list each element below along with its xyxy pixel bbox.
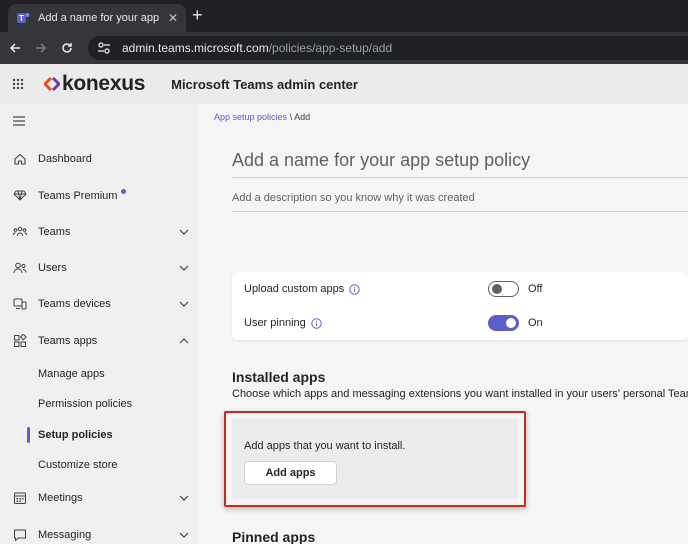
chevron-down-icon[interactable]	[178, 298, 190, 310]
chevron-down-icon[interactable]	[178, 226, 190, 238]
installed-apps-prompt: Add apps that you want to install.	[244, 440, 406, 452]
app-launcher-icon[interactable]	[0, 64, 36, 104]
calendar-icon	[12, 490, 28, 506]
sidebar: Dashboard Teams Premium Teams Users Team…	[0, 104, 198, 544]
apps-icon	[12, 333, 28, 349]
installed-apps-heading: Installed apps	[232, 369, 326, 385]
konexus-logo-icon	[44, 76, 60, 92]
sidebar-subitem-permission-policies[interactable]: Permission policies	[0, 391, 198, 417]
main-content: App setup policies \ Add Upload custom a…	[198, 104, 688, 544]
installed-apps-description: Choose which apps and messaging extensio…	[232, 388, 688, 400]
breadcrumb: App setup policies \ Add	[214, 112, 310, 122]
home-icon	[12, 151, 28, 167]
tab-title: Add a name for your app setup policy	[38, 12, 162, 24]
user-pinning-toggle[interactable]	[488, 315, 519, 331]
sidebar-item-teams-apps[interactable]: Teams apps	[0, 327, 198, 355]
upload-custom-apps-label: Upload custom apps	[244, 283, 345, 295]
hamburger-menu-icon[interactable]	[12, 114, 28, 130]
toggle-state-label: Off	[528, 283, 543, 295]
chevron-down-icon[interactable]	[178, 492, 190, 504]
teams-favicon-icon: T	[16, 11, 30, 25]
setting-label: Upload custom apps	[244, 283, 360, 295]
user-pinning-label: User pinning	[244, 317, 306, 329]
teams-premium-label: Teams Premium	[38, 189, 118, 202]
toggle-knob	[492, 284, 502, 294]
chevron-down-icon[interactable]	[178, 262, 190, 274]
policy-description-input[interactable]	[232, 184, 688, 212]
url-text: admin.teams.microsoft.com/policies/app-s…	[122, 41, 392, 55]
back-arrow-icon[interactable]	[4, 37, 26, 59]
app-header: konexus Microsoft Teams admin center	[0, 64, 688, 104]
add-apps-button[interactable]: Add apps	[244, 461, 337, 485]
chat-icon	[12, 527, 28, 543]
sidebar-item-label: Teams apps	[38, 335, 98, 347]
tab-close-icon[interactable]: ✕	[168, 11, 178, 25]
chevron-up-icon[interactable]	[178, 335, 190, 347]
sidebar-item-messaging[interactable]: Messaging	[0, 521, 198, 544]
address-bar[interactable]: admin.teams.microsoft.com/policies/app-s…	[88, 36, 688, 60]
sidebar-item-users[interactable]: Users	[0, 254, 198, 282]
sidebar-subitem-label: Customize store	[38, 459, 118, 471]
pinned-apps-heading: Pinned apps	[232, 529, 316, 544]
sidebar-subitem-label: Permission policies	[38, 398, 133, 410]
upload-custom-apps-toggle[interactable]	[488, 281, 519, 297]
browser-tab-bar: T Add a name for your app setup policy ✕…	[0, 0, 688, 32]
sidebar-subitem-label: Setup policies	[38, 429, 113, 441]
svg-text:T: T	[19, 14, 24, 23]
konexus-logo: konexus	[44, 72, 145, 96]
sidebar-item-label: Teams devices	[38, 298, 111, 310]
policy-name-input[interactable]	[232, 144, 688, 178]
setting-user-pinning: User pinning On	[232, 306, 688, 340]
sidebar-item-label: Teams Premium	[38, 188, 127, 202]
browser-tab[interactable]: T Add a name for your app setup policy ✕	[8, 4, 186, 32]
sidebar-item-label: Teams	[38, 226, 71, 238]
site-settings-icon[interactable]	[96, 40, 112, 56]
breadcrumb-link-app-setup-policies[interactable]: App setup policies	[214, 112, 287, 122]
reload-icon[interactable]	[56, 37, 78, 59]
sidebar-subitem-setup-policies[interactable]: Setup policies	[0, 422, 198, 448]
breadcrumb-separator: \	[289, 112, 293, 122]
logo-text: konexus	[62, 72, 146, 95]
info-icon[interactable]	[311, 317, 322, 329]
new-tab-button[interactable]: +	[192, 6, 203, 24]
app-name: Microsoft Teams admin center	[171, 76, 358, 92]
sidebar-subitem-customize-store[interactable]: Customize store	[0, 452, 198, 478]
sidebar-subitem-manage-apps[interactable]: Manage apps	[0, 361, 198, 387]
teams-icon	[12, 224, 28, 240]
browser-toolbar: admin.teams.microsoft.com/policies/app-s…	[0, 32, 688, 64]
sidebar-item-meetings[interactable]: Meetings	[0, 484, 198, 512]
devices-icon	[12, 296, 28, 312]
sidebar-item-label: Users	[38, 262, 67, 274]
diamond-icon	[12, 187, 28, 203]
sidebar-item-teams-premium[interactable]: Teams Premium	[0, 181, 198, 209]
url-host: admin.teams.microsoft.com	[122, 41, 269, 55]
sidebar-item-label: Dashboard	[38, 153, 92, 165]
sidebar-item-teams-devices[interactable]: Teams devices	[0, 290, 198, 318]
installed-apps-card: Add apps that you want to install. Add a…	[232, 419, 518, 499]
toggle-knob	[506, 318, 516, 328]
sidebar-item-dashboard[interactable]: Dashboard	[0, 145, 198, 173]
chevron-down-icon[interactable]	[178, 529, 190, 541]
users-icon	[12, 260, 28, 276]
sidebar-subitem-label: Manage apps	[38, 368, 105, 380]
toggle-state-label: On	[528, 317, 543, 329]
breadcrumb-current: Add	[294, 112, 311, 122]
settings-card: Upload custom apps Off User pinning On	[232, 272, 688, 340]
info-icon[interactable]	[349, 283, 360, 295]
forward-arrow-icon[interactable]	[30, 37, 52, 59]
url-path: /policies/app-setup/add	[268, 41, 393, 55]
new-indicator-dot	[121, 188, 127, 194]
sidebar-item-label: Meetings	[38, 492, 83, 504]
sidebar-item-teams[interactable]: Teams	[0, 218, 198, 246]
setting-label: User pinning	[244, 317, 322, 329]
sidebar-item-label: Messaging	[38, 529, 92, 541]
setting-upload-custom-apps: Upload custom apps Off	[232, 272, 688, 306]
